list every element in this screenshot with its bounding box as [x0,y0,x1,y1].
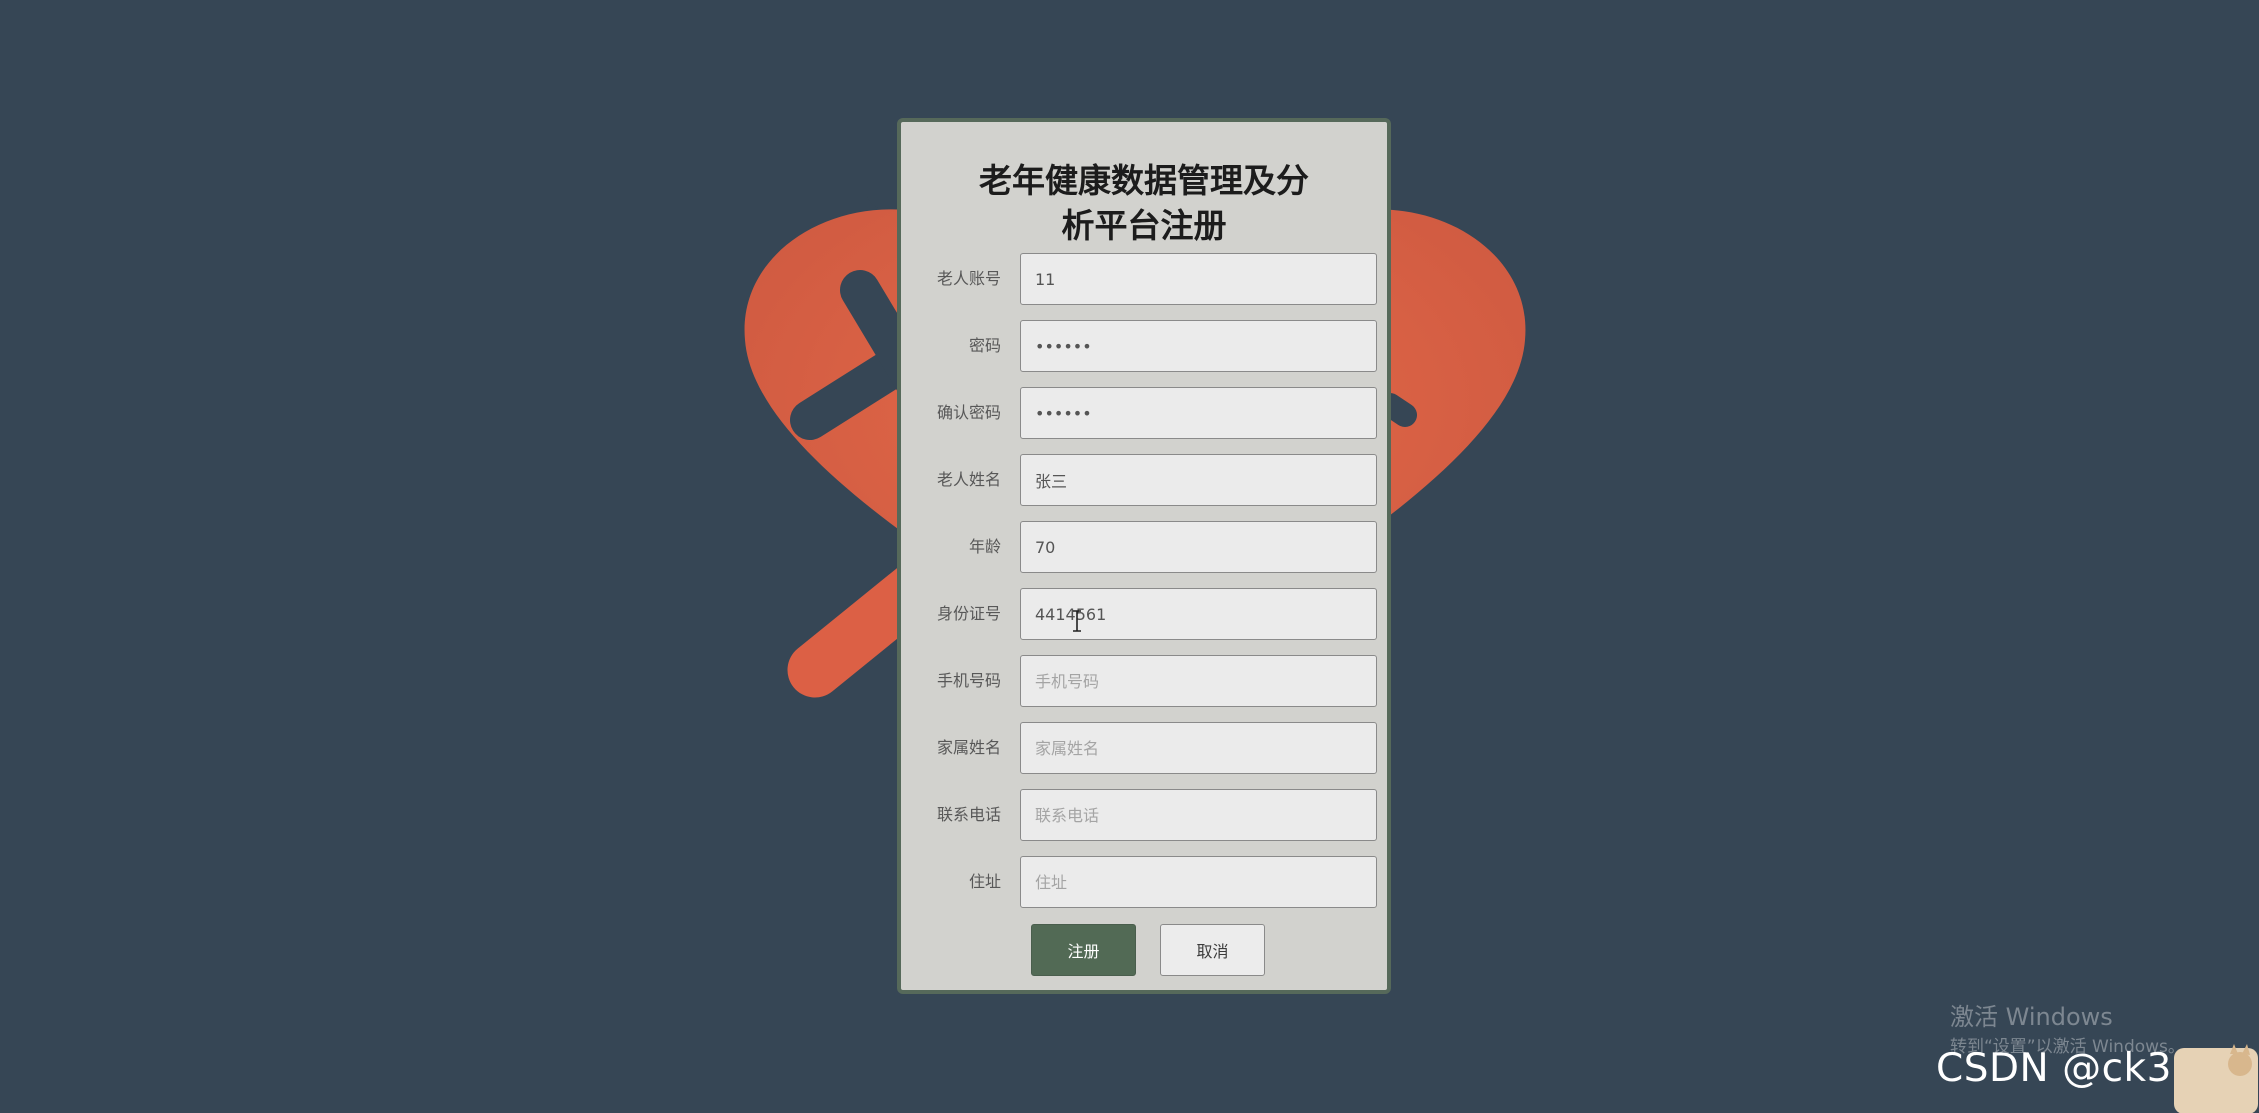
age-label: 年龄 [968,537,1001,556]
account-input[interactable] [1020,253,1377,305]
cat-avatar-icon [2174,1044,2258,1113]
phone-label: 手机号码 [936,671,1001,690]
name-input[interactable] [1020,454,1377,506]
page-title: 老年健康数据管理及分 析平台注册 [901,158,1387,248]
form-row-address: 住址 [901,856,1387,908]
account-label: 老人账号 [936,269,1001,288]
confirm-password-label: 确认密码 [936,403,1001,422]
title-line-2: 析平台注册 [1061,206,1227,245]
register-card: 老年健康数据管理及分 析平台注册 老人账号 密码 确认密码 老人姓名 年龄 身份… [897,118,1391,994]
age-input[interactable] [1020,521,1377,573]
form-row-phone: 手机号码 [901,655,1387,707]
contact-phone-input[interactable] [1020,789,1377,841]
name-label: 老人姓名 [936,470,1001,489]
address-label: 住址 [968,872,1001,891]
form-row-id-number: 身份证号 [901,588,1387,640]
form-row-account: 老人账号 [901,253,1387,305]
password-input[interactable] [1020,320,1377,372]
contact-phone-label: 联系电话 [936,805,1001,824]
cancel-button[interactable]: 取消 [1160,924,1265,976]
form-row-confirm-password: 确认密码 [901,387,1387,439]
register-button[interactable]: 注册 [1031,924,1136,976]
title-line-1: 老年健康数据管理及分 [979,161,1309,200]
form-row-contact-phone: 联系电话 [901,789,1387,841]
activate-windows-title: 激活 Windows [1950,1003,2113,1031]
password-label: 密码 [968,336,1001,355]
family-name-label: 家属姓名 [936,738,1001,757]
form-row-name: 老人姓名 [901,454,1387,506]
family-name-input[interactable] [1020,722,1377,774]
form-row-family-name: 家属姓名 [901,722,1387,774]
address-input[interactable] [1020,856,1377,908]
form-row-password: 密码 [901,320,1387,372]
confirm-password-input[interactable] [1020,387,1377,439]
phone-input[interactable] [1020,655,1377,707]
id-number-label: 身份证号 [936,604,1001,623]
text-cursor-icon [1073,610,1081,632]
form-row-age: 年龄 [901,521,1387,573]
